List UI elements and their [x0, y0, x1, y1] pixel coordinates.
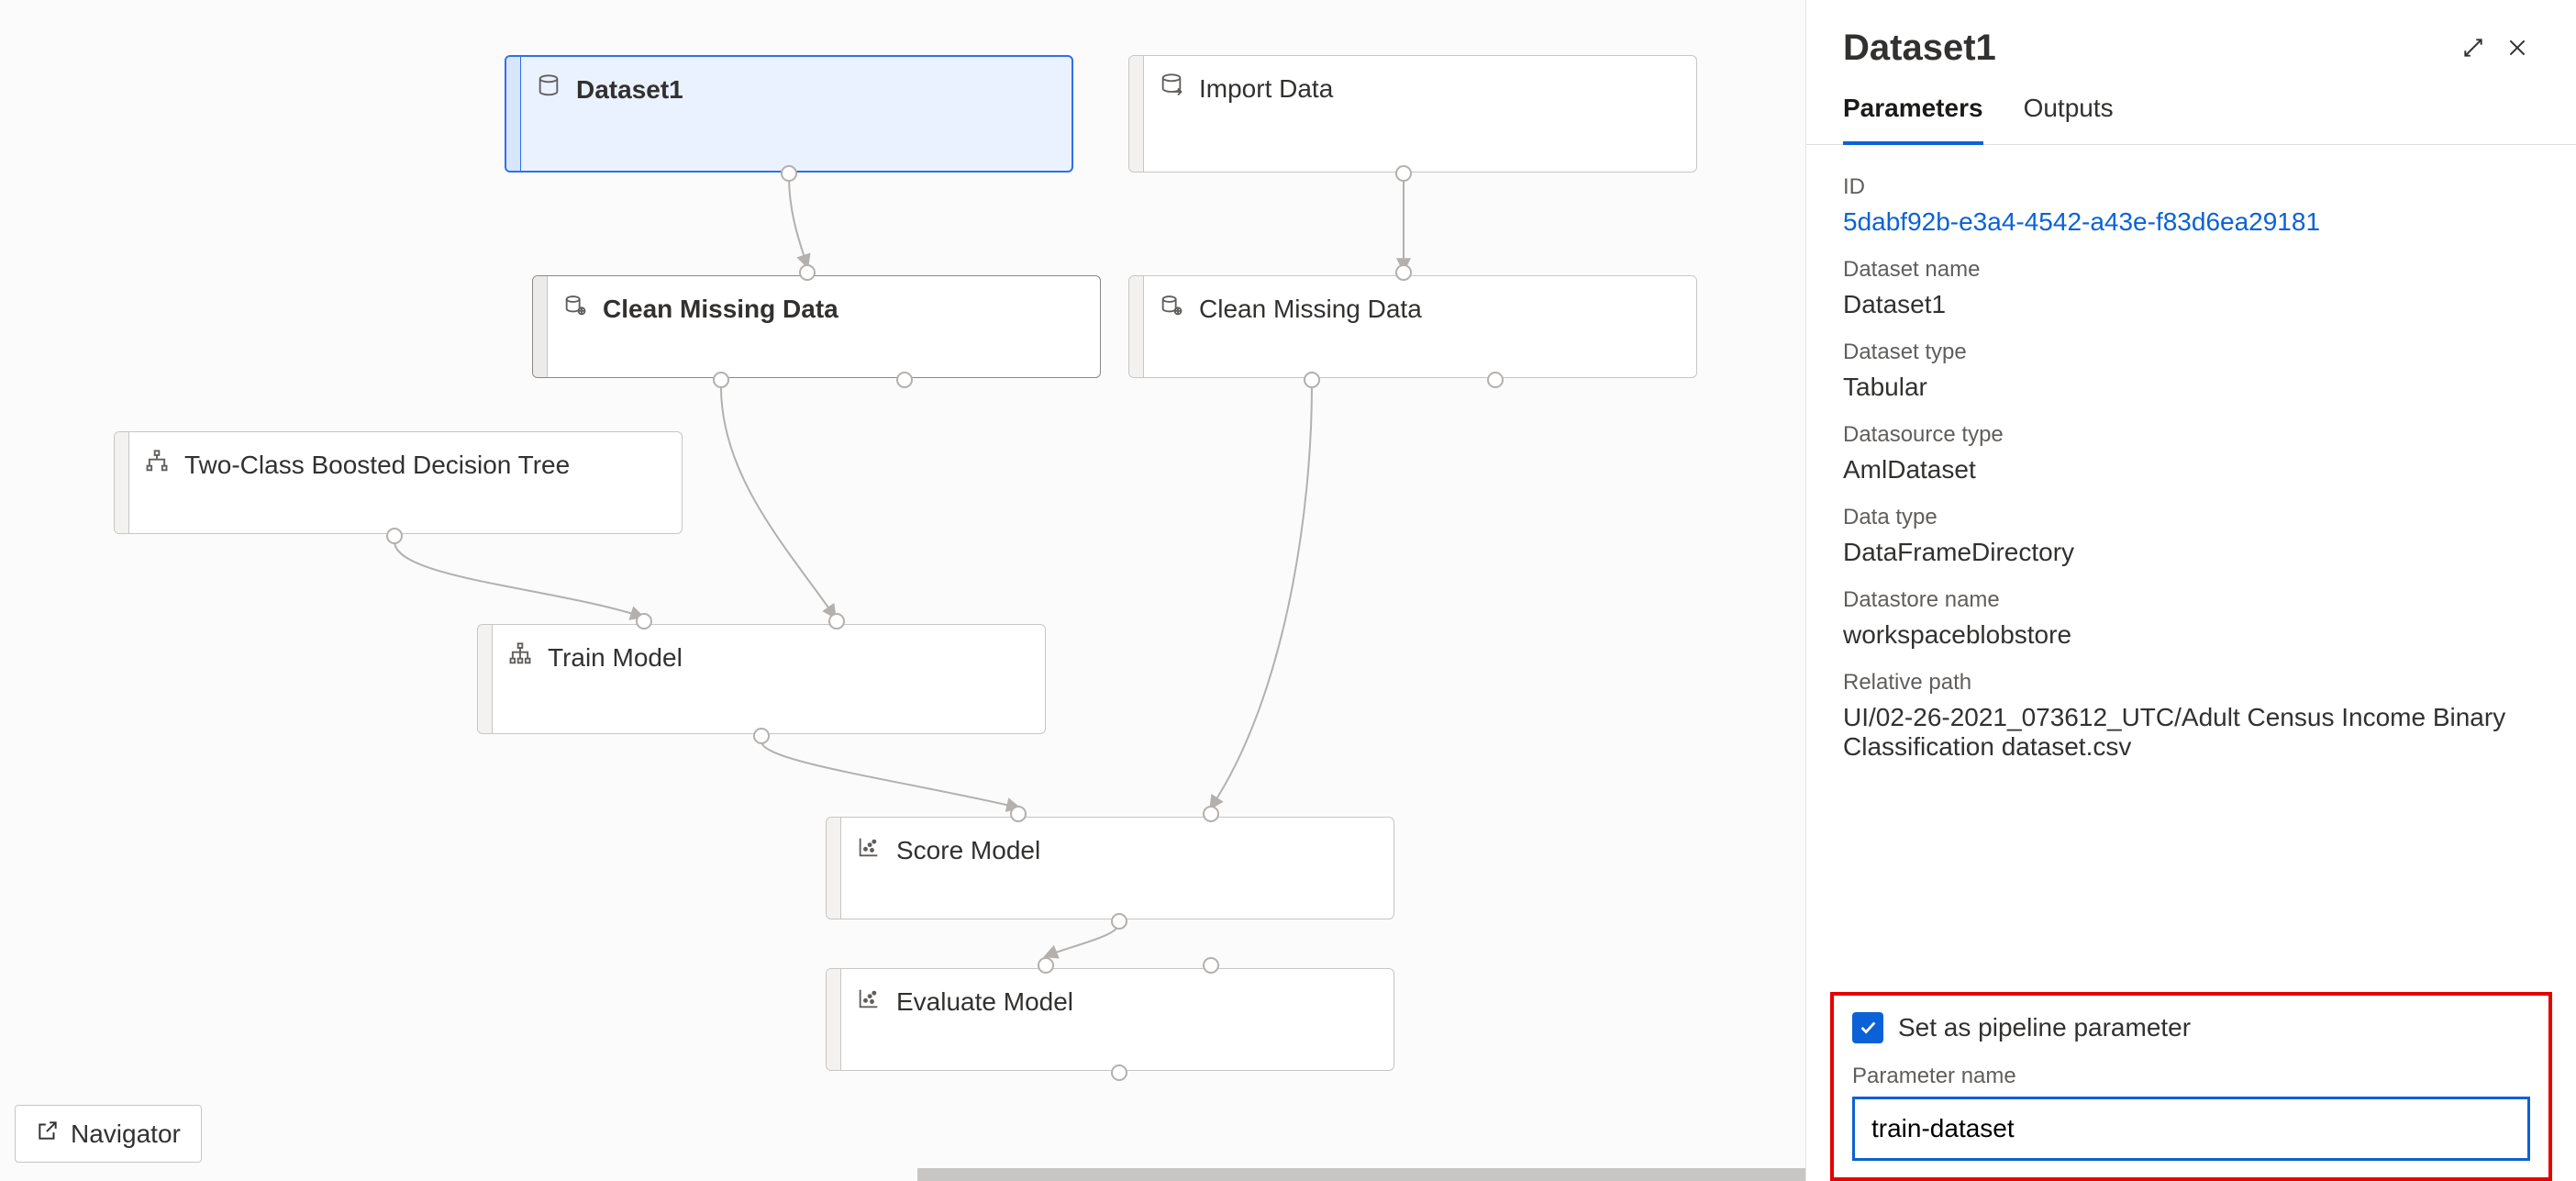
scatter-icon [856, 986, 882, 1019]
label-datastore-name: Datastore name [1843, 587, 2539, 613]
node-label: Import Data [1199, 73, 1333, 105]
check-icon [1858, 1018, 1878, 1038]
node-dataset1[interactable]: Dataset1 [505, 55, 1073, 173]
node-accent-bar [827, 969, 841, 1070]
label-id: ID [1843, 174, 2539, 200]
node-accent-bar [827, 818, 841, 919]
node-score-model[interactable]: Score Model [826, 817, 1394, 919]
node-accent-bar [1129, 56, 1144, 172]
port-out[interactable] [896, 372, 913, 388]
node-accent-bar [1129, 276, 1144, 377]
train-icon [507, 641, 533, 674]
node-accent-bar [506, 57, 521, 171]
node-label: Clean Missing Data [1199, 294, 1422, 325]
panel-title: Dataset1 [1843, 28, 2451, 69]
node-accent-bar [478, 625, 493, 733]
navigator-button[interactable]: Navigator [15, 1105, 202, 1163]
value-data-type: DataFrameDirectory [1843, 538, 2539, 567]
port-in[interactable] [1010, 806, 1027, 822]
pipeline-parameter-checkbox[interactable] [1852, 1012, 1883, 1043]
node-import-data[interactable]: Import Data [1128, 55, 1697, 173]
port-out[interactable] [1395, 165, 1412, 182]
transform-icon [562, 293, 588, 326]
port-out[interactable] [386, 528, 403, 544]
parameter-name-label: Parameter name [1852, 1064, 2530, 1089]
label-dataset-name: Dataset name [1843, 257, 2539, 283]
port-in[interactable] [1395, 264, 1412, 281]
port-out[interactable] [1304, 372, 1320, 388]
tab-parameters[interactable]: Parameters [1843, 77, 1983, 145]
value-id[interactable]: 5dabf92b-e3a4-4542-a43e-f83d6ea29181 [1843, 207, 2539, 237]
port-out[interactable] [713, 372, 729, 388]
port-in[interactable] [1203, 957, 1219, 974]
port-in[interactable] [636, 613, 652, 629]
value-datasource-type: AmlDataset [1843, 455, 2539, 485]
expand-button[interactable] [2451, 26, 2495, 70]
properties-section: ID 5dabf92b-e3a4-4542-a43e-f83d6ea29181 … [1806, 145, 2576, 981]
import-icon [1159, 72, 1184, 106]
node-label: Two-Class Boosted Decision Tree [184, 450, 570, 481]
close-icon [2505, 36, 2529, 60]
node-label: Train Model [548, 642, 683, 674]
port-out[interactable] [1111, 913, 1127, 930]
node-boosted-decision-tree[interactable]: Two-Class Boosted Decision Tree [114, 431, 683, 534]
port-out[interactable] [1111, 1064, 1127, 1081]
label-relative-path: Relative path [1843, 670, 2539, 696]
node-accent-bar [533, 276, 548, 377]
dataset-icon [536, 73, 561, 106]
node-label: Clean Missing Data [603, 294, 838, 325]
node-label: Score Model [896, 835, 1040, 866]
tab-outputs[interactable]: Outputs [2024, 77, 2114, 144]
parameter-name-input[interactable] [1852, 1097, 2530, 1161]
node-label: Dataset1 [576, 74, 683, 106]
port-in[interactable] [1038, 957, 1054, 974]
pipeline-parameter-checkbox-label: Set as pipeline parameter [1898, 1013, 2191, 1042]
port-out[interactable] [1487, 372, 1504, 388]
expand-icon [2461, 36, 2485, 60]
details-panel: Dataset1 Parameters Outputs ID 5dabf92b-… [1805, 0, 2576, 1181]
node-label: Evaluate Model [896, 986, 1073, 1018]
pipeline-parameter-section: Set as pipeline parameter Parameter name [1830, 992, 2552, 1181]
node-evaluate-model[interactable]: Evaluate Model [826, 968, 1394, 1071]
value-dataset-name: Dataset1 [1843, 290, 2539, 319]
port-in[interactable] [828, 613, 845, 629]
node-accent-bar [115, 432, 129, 533]
port-in[interactable] [1203, 806, 1219, 822]
navigator-label: Navigator [71, 1120, 181, 1149]
value-dataset-type: Tabular [1843, 373, 2539, 402]
node-clean-missing-data-2[interactable]: Clean Missing Data [1128, 275, 1697, 378]
scatter-icon [856, 834, 882, 867]
transform-icon [1159, 293, 1184, 326]
node-clean-missing-data-1[interactable]: Clean Missing Data [532, 275, 1101, 378]
port-out[interactable] [781, 165, 797, 182]
tree-icon [144, 449, 170, 482]
value-datastore-name: workspaceblobstore [1843, 620, 2539, 650]
port-out[interactable] [753, 728, 770, 744]
value-relative-path: UI/02-26-2021_073612_UTC/Adult Census In… [1843, 703, 2539, 762]
label-datasource-type: Datasource type [1843, 422, 2539, 448]
port-in[interactable] [799, 264, 816, 281]
close-button[interactable] [2495, 26, 2539, 70]
label-data-type: Data type [1843, 505, 2539, 530]
label-dataset-type: Dataset type [1843, 340, 2539, 365]
popout-icon [36, 1119, 60, 1149]
node-train-model[interactable]: Train Model [477, 624, 1046, 734]
